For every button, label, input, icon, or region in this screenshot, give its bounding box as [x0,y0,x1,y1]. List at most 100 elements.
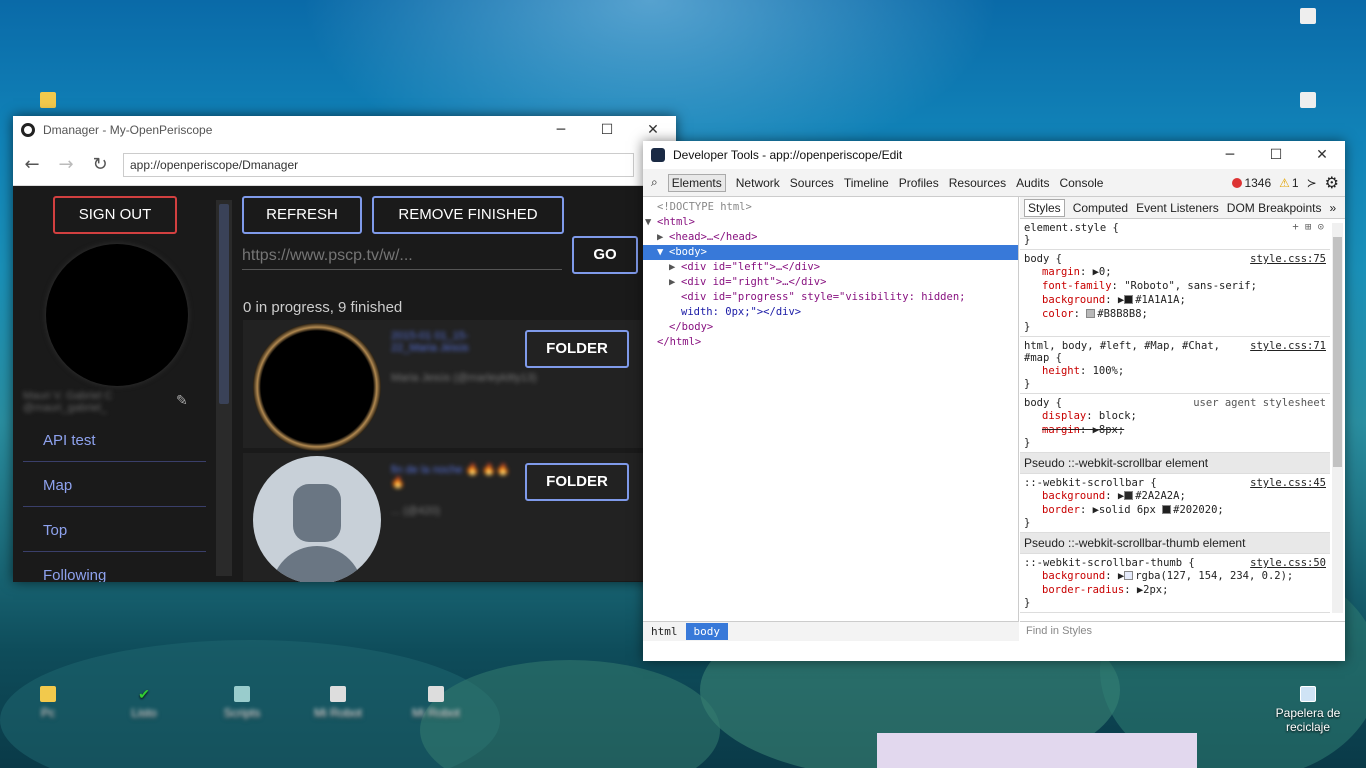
tab-console[interactable]: Console [1059,176,1103,190]
dom-node[interactable]: ▼ <html> [643,215,1018,230]
scrollbar-thumb[interactable] [219,204,229,404]
source-link[interactable]: style.css:71 [1250,340,1326,352]
tab-audits[interactable]: Audits [1016,176,1049,190]
breadcrumb-body[interactable]: body [685,623,728,640]
find-in-styles-input[interactable]: Find in Styles [1020,621,1345,641]
devtools-window: Developer Tools - app://openperiscope/Ed… [643,141,1345,661]
color-swatch[interactable] [1124,491,1134,500]
warning-count[interactable]: ⚠ 1 [1279,176,1298,190]
tab-elements[interactable]: Elements [667,173,726,192]
desktop-icon-folder[interactable] [8,92,88,112]
left-scrollbar[interactable] [216,200,232,576]
tab-sources[interactable]: Sources [790,176,834,190]
desktop-icon-listo[interactable]: ✔ Listo [104,686,184,720]
edit-pencil-icon[interactable]: ✎ [176,392,188,409]
avatar-placeholder-body [271,546,363,582]
tab-styles[interactable]: Styles [1024,198,1065,217]
error-count[interactable]: 1346 [1232,176,1271,190]
collapsed-triangle-icon[interactable]: ▶ [669,275,681,290]
tab-profiles[interactable]: Profiles [899,176,939,190]
folder-button[interactable]: FOLDER [525,330,629,368]
reload-icon[interactable]: ↻ [89,154,111,175]
expanded-triangle-icon[interactable]: ▼ [657,245,669,260]
drawer-toggle-icon[interactable]: ≻ [1307,176,1317,190]
tab-computed[interactable]: Computed [1073,201,1128,215]
collapsed-triangle-icon[interactable]: ▶ [657,230,669,245]
desktop-icon-robot-2[interactable]: Mi Robot [396,686,476,720]
desktop-icon-pc[interactable]: Pc [8,686,88,720]
error-icon [1232,177,1243,188]
collapsed-triangle-icon[interactable]: ▶ [669,260,681,275]
source-link[interactable]: style.css:45 [1250,477,1326,489]
maximize-button[interactable]: ☐ [584,122,630,138]
desktop-icon-file[interactable] [1268,92,1348,112]
remove-finished-button[interactable]: REMOVE FINISHED [372,196,564,234]
more-tabs-icon[interactable]: » [1329,201,1336,215]
breadcrumb: html body [643,621,1019,641]
window-title: Dmanager - My-OpenPeriscope [43,123,213,137]
recycle-bin-icon [1300,686,1316,702]
devtools-tabs: ⌕ Elements Network Sources Timeline Prof… [643,169,1345,197]
dom-node[interactable]: <div id="progress" style="visibility: hi… [643,290,1018,305]
dom-node[interactable]: </html> [643,335,1018,350]
address-bar[interactable]: app://openperiscope/Dmanager [123,152,634,177]
new-rule-icons[interactable]: + ⊞ ⊙ [1292,221,1324,233]
forward-arrow-icon[interactable]: → [55,154,77,175]
broadcast-title[interactable]: 2015-01 01_15-22_Maria Jesús [391,330,511,354]
color-swatch[interactable] [1086,309,1096,318]
expanded-triangle-icon[interactable]: ▼ [645,215,657,230]
close-button[interactable]: ✕ [1299,147,1345,163]
style-rules: element.style { + ⊞ ⊙ } body { style.css… [1020,219,1330,619]
search-icon[interactable]: ⌕ [651,175,658,190]
source-link[interactable]: style.css:75 [1250,253,1326,265]
close-button[interactable]: ✕ [630,122,676,138]
desktop-icon-robot-1[interactable]: Mi Robot [298,686,378,720]
minimize-button[interactable]: ─ [1207,147,1253,163]
background-window-fragment [877,733,1197,768]
maximize-button[interactable]: ☐ [1253,147,1299,163]
dmanager-window: Dmanager - My-OpenPeriscope ─ ☐ ✕ ← → ↻ … [13,116,676,582]
menu-item-following[interactable]: Following [23,555,206,582]
tab-resources[interactable]: Resources [949,176,1006,190]
tab-timeline[interactable]: Timeline [844,176,889,190]
broadcast-thumbnail [253,323,381,451]
broadcast-title[interactable]: fin de la noche 🔥 🔥🔥🔥 [391,463,511,489]
dom-node[interactable]: ▶ <div id="left">…</div> [643,260,1018,275]
title-bar[interactable]: Dmanager - My-OpenPeriscope ─ ☐ ✕ [13,116,676,144]
title-bar[interactable]: Developer Tools - app://openperiscope/Ed… [643,141,1345,169]
desktop-icon-recycle-bin[interactable]: Papelera de reciclaje [1268,686,1348,734]
dom-node[interactable]: </body> [643,320,1018,335]
css-rule: ::-webkit-scrollbar { style.css:45 backg… [1020,474,1330,533]
scrollbar-thumb[interactable] [1333,237,1342,467]
styles-pane: Styles Computed Event Listeners DOM Brea… [1020,197,1345,641]
styles-scrollbar[interactable] [1332,223,1343,613]
desktop-icon-scripts[interactable]: Scripts [202,686,282,720]
menu-item-map[interactable]: Map [23,465,206,507]
download-card: fin de la noche 🔥 🔥🔥🔥 ... (@420) FOLDER [243,453,663,582]
breadcrumb-html[interactable]: html [643,623,686,640]
dom-node[interactable]: ▶ <head>…</head> [643,230,1018,245]
color-swatch[interactable] [1124,295,1134,304]
dom-node[interactable]: width: 0px;"></div> [643,305,1018,320]
go-button[interactable]: GO [572,236,638,274]
desktop-icon-file[interactable] [1268,8,1348,28]
color-swatch[interactable] [1162,505,1172,514]
menu-item-top[interactable]: Top [23,510,206,552]
refresh-button[interactable]: REFRESH [242,196,362,234]
dom-node[interactable]: <!DOCTYPE html> [643,200,1018,215]
sign-out-button[interactable]: SIGN OUT [53,196,177,234]
settings-gear-icon[interactable]: ⚙ [1325,173,1339,192]
tab-event-listeners[interactable]: Event Listeners [1136,201,1219,215]
tab-network[interactable]: Network [736,176,780,190]
folder-button[interactable]: FOLDER [525,463,629,501]
back-arrow-icon[interactable]: ← [21,154,43,175]
color-swatch[interactable] [1124,571,1134,580]
broadcast-url-input[interactable] [242,242,562,270]
source-link[interactable]: style.css:50 [1250,557,1326,569]
dom-node-selected[interactable]: ▼ <body> [643,245,1018,260]
menu-item-api-test[interactable]: API test [23,420,206,462]
dom-node[interactable]: ▶ <div id="right">…</div> [643,275,1018,290]
download-status: 0 in progress, 9 finished [243,299,403,316]
minimize-button[interactable]: ─ [538,122,584,138]
tab-dom-breakpoints[interactable]: DOM Breakpoints [1227,201,1322,215]
